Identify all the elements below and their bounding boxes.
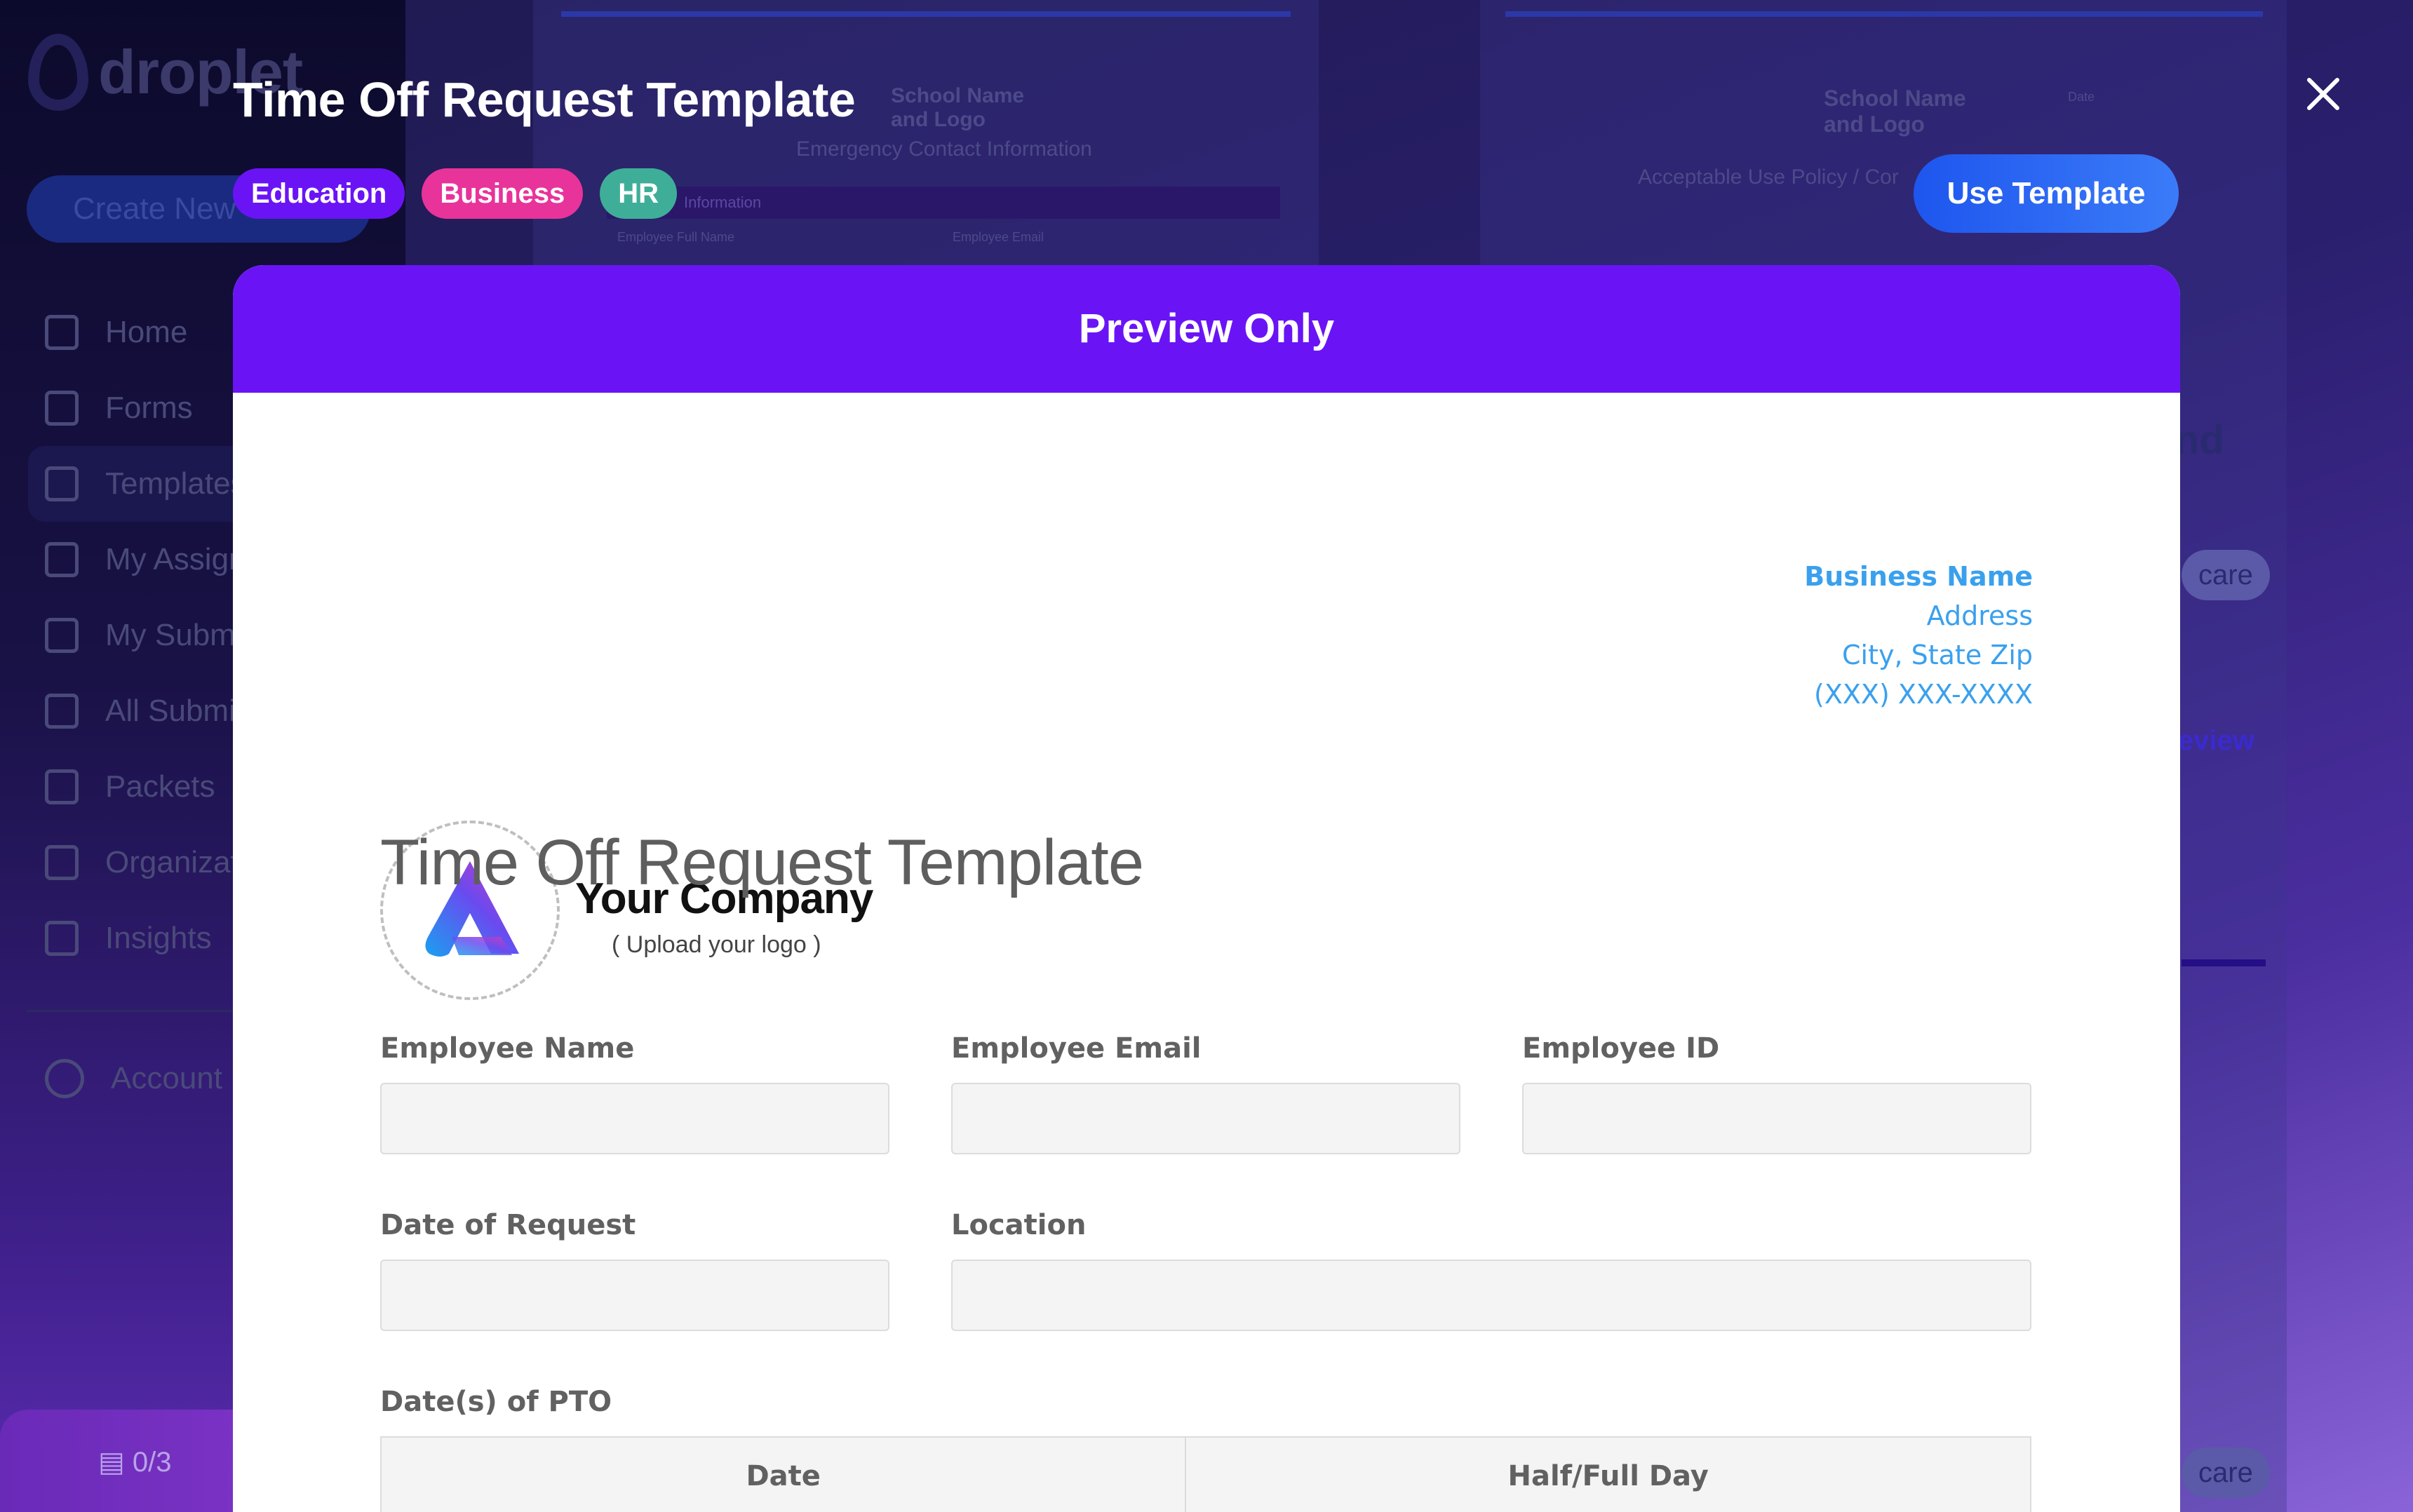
modal-title: Time Off Request Template	[233, 72, 856, 127]
packet-icon	[45, 769, 79, 804]
info-col-2: Employee Email	[953, 230, 1044, 244]
bank-icon	[45, 845, 79, 880]
location-label: Location	[951, 1209, 1087, 1241]
tag-list: Education Business HR	[233, 168, 677, 219]
school-logo-text: School Name and Logo	[1824, 86, 1966, 137]
tag-business: Business	[422, 168, 584, 219]
employee-email-label: Employee Email	[951, 1032, 1202, 1065]
section-heading: Emergency Contact Information	[796, 137, 1092, 161]
partial-heading: nd	[2175, 417, 2224, 463]
business-info: Business Name Address City, State Zip (X…	[1804, 557, 2033, 714]
upload-logo-hint: ( Upload your logo )	[612, 931, 821, 958]
document-icon: ▤	[98, 1447, 133, 1478]
business-address: Address	[1926, 600, 2033, 631]
bar-chart-icon	[45, 921, 79, 956]
progress-count: 0/3	[132, 1447, 172, 1478]
info-table-header: Information	[607, 187, 1280, 219]
background-pill: care	[2182, 550, 2270, 600]
business-name: Business Name	[1804, 561, 2033, 592]
sidebar-item-label: Account	[111, 1061, 222, 1095]
sidebar-item-label: Forms	[105, 391, 193, 425]
tag-education: Education	[233, 168, 405, 219]
date-label: Date	[2068, 90, 2095, 104]
business-phone: (XXX) XXX-XXXX	[1814, 679, 2033, 710]
employee-email-field	[951, 1083, 1460, 1154]
background-pill: care	[2182, 1447, 2270, 1498]
droplet-logo-icon	[28, 34, 88, 111]
card-accent-line	[1505, 11, 2263, 17]
employee-name-field	[380, 1083, 889, 1154]
account-icon	[45, 1059, 84, 1098]
document-title: Time Off Request Template	[380, 827, 1144, 898]
briefcase-icon	[45, 618, 79, 653]
school-logo-text: School Name and Logo	[891, 84, 1025, 131]
template-preview: Preview Only Your Company ( Upload your …	[233, 265, 2180, 1512]
sidebar-item-account: Account	[45, 1059, 222, 1098]
sidebar-item-label: Home	[105, 315, 188, 349]
close-icon	[2307, 78, 2339, 110]
pto-column-date: Date	[746, 1460, 821, 1492]
employee-id-label: Employee ID	[1522, 1032, 1720, 1065]
tag-hr: HR	[600, 168, 677, 219]
sidebar-item-label: Packets	[105, 769, 215, 804]
preview-only-banner: Preview Only	[233, 265, 2180, 393]
templates-icon	[45, 466, 79, 501]
card-accent-line	[561, 11, 1291, 17]
employee-id-field	[1522, 1083, 2031, 1154]
use-template-button[interactable]: Use Template	[1914, 154, 2179, 233]
background-accent-bar	[2182, 959, 2266, 966]
date-of-request-field	[380, 1260, 889, 1331]
sidebar-item-label: Templates	[105, 466, 246, 501]
info-col-1: Employee Full Name	[617, 230, 735, 244]
employee-name-label: Employee Name	[380, 1032, 635, 1065]
checkbox-icon	[45, 542, 79, 577]
dates-of-pto-label: Date(s) of PTO	[380, 1386, 612, 1418]
business-city: City, State Zip	[1841, 640, 2033, 670]
policy-title: Acceptable Use Policy / Cor	[1638, 166, 1899, 189]
preview-link: eview	[2178, 725, 2254, 756]
sidebar-item-label: Insights	[105, 921, 212, 955]
date-of-request-label: Date of Request	[380, 1209, 636, 1241]
home-icon	[45, 315, 79, 350]
pto-column-half-full-day: Half/Full Day	[1185, 1438, 2030, 1512]
location-field	[951, 1260, 2031, 1331]
clipboard-icon	[45, 694, 79, 729]
forms-icon	[45, 391, 79, 426]
pto-table: Date Half/Full Day	[380, 1436, 2031, 1512]
close-button[interactable]	[2302, 73, 2344, 115]
